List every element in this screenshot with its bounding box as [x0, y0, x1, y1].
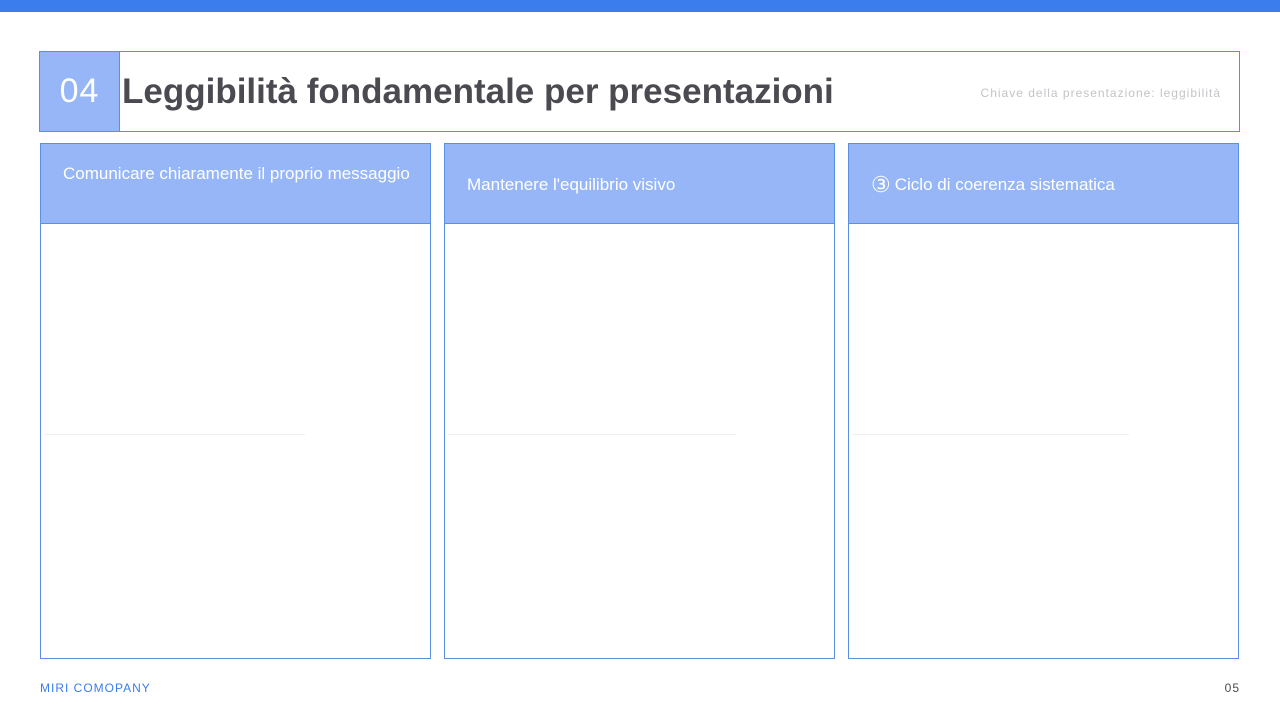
card-title-text: Mantenere l'equilibrio visivo	[467, 175, 676, 194]
top-accent-bar	[0, 0, 1280, 12]
page-number: 05	[1224, 681, 1240, 695]
card-title: Mantenere l'equilibrio visivo	[467, 175, 675, 195]
card-communicate: Comunicare chiaramente il proprio messag…	[40, 143, 431, 659]
slide-subtitle: Chiave della presentazione: leggibilità	[980, 86, 1221, 100]
section-number-box: 04	[40, 52, 120, 131]
card-consistency-cycle: ③ Ciclo di coerenza sistematica	[848, 143, 1239, 659]
card-header: ③ Ciclo di coerenza sistematica	[849, 144, 1238, 224]
card-divider	[852, 434, 1129, 435]
card-title: ③ Ciclo di coerenza sistematica	[871, 172, 1115, 197]
slide-title: Leggibilità fondamentale per presentazio…	[122, 72, 834, 111]
card-title: Comunicare chiaramente il proprio messag…	[63, 164, 410, 184]
card-divider	[448, 434, 736, 435]
card-title-text: Comunicare chiaramente il proprio messag…	[63, 164, 410, 183]
slide-header: 04 Leggibilità fondamentale per presenta…	[39, 51, 1240, 132]
section-number: 04	[59, 72, 100, 110]
footer-brand: MIRI COMOPANY	[40, 681, 151, 695]
card-header: Comunicare chiaramente il proprio messag…	[41, 144, 430, 224]
card-title-text: Ciclo di coerenza sistematica	[894, 175, 1115, 194]
card-header: Mantenere l'equilibrio visivo	[445, 144, 834, 224]
card-visual-balance: Mantenere l'equilibrio visivo	[444, 143, 835, 659]
circled-number: ③	[871, 172, 891, 197]
card-divider	[44, 434, 305, 435]
